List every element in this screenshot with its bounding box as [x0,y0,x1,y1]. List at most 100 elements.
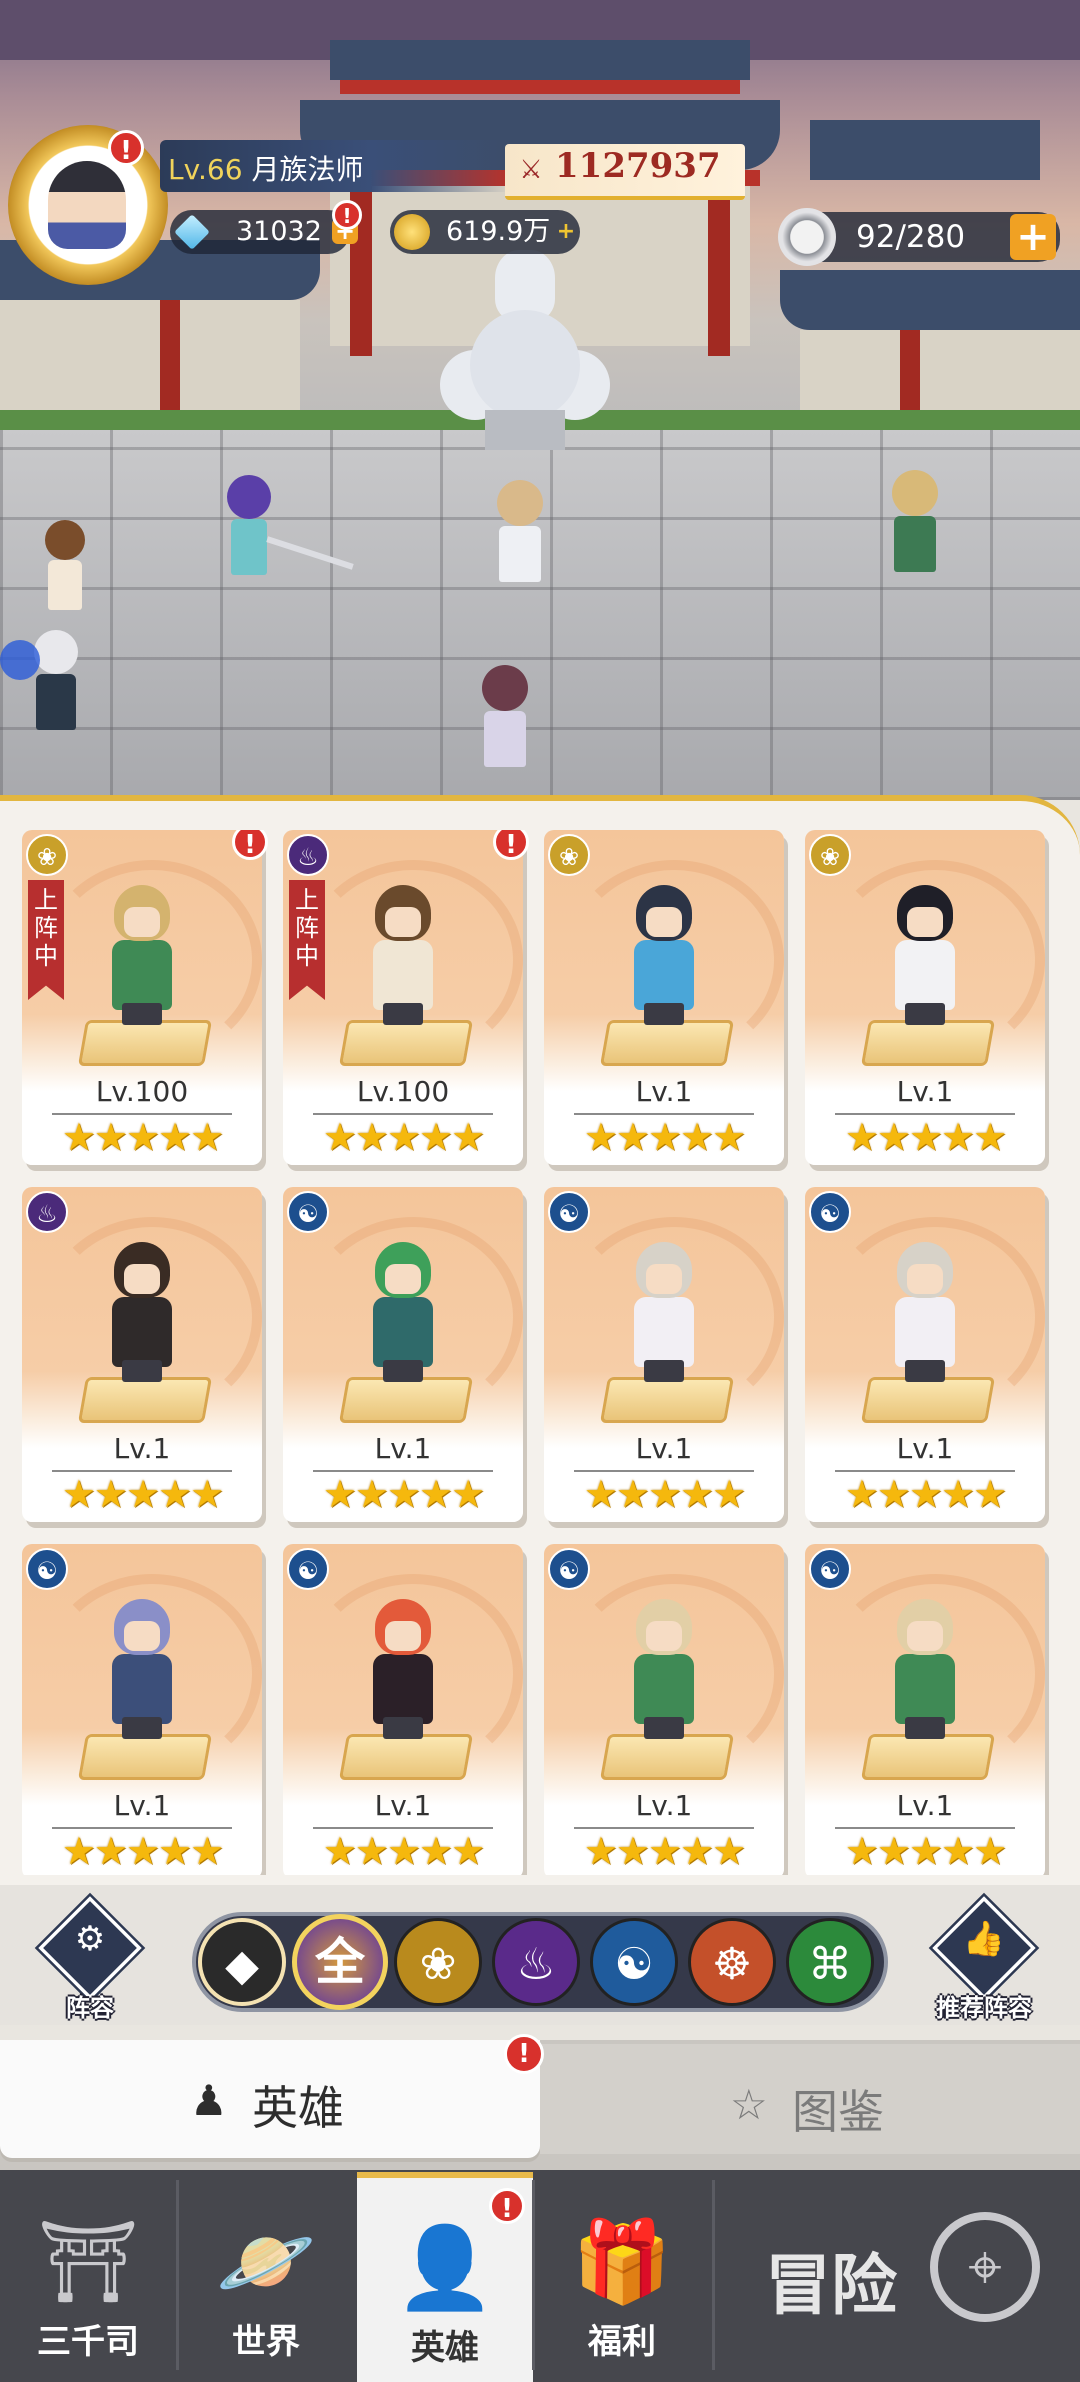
npc-character[interactable] [40,520,90,620]
filter-yinyang-button[interactable]: ☯ [590,1918,678,2006]
hero-level: Lv.1 [896,1075,954,1108]
recommended-formation-button[interactable]: 👍 推荐阵容 [924,1896,1044,2022]
tab-gallery-label: 图鉴 [792,2085,884,2139]
gold-value: 619.9万 [446,216,551,247]
avatar-alert-icon: ! [108,130,144,166]
hero-card[interactable]: ☯ Lv.1 ★★★★★ [22,1544,262,1875]
add-stamina-button[interactable]: + [1010,214,1056,260]
nav-item-gift-box[interactable]: 🎁 福利 [534,2172,710,2382]
hero-stars: ★★★★★ [844,1472,1007,1516]
faction-yinyang-icon: ☯ [26,1548,68,1590]
npc-character[interactable] [880,470,950,580]
stamina-icon [778,208,836,266]
hero-portrait [92,885,192,1030]
hero-level: Lv.1 [896,1432,954,1465]
hero-portrait [875,1599,975,1744]
thumbs-up-icon: 👍 [962,1919,1006,1959]
hero-level: Lv.1 [635,1789,693,1822]
hero-stars: ★★★★★ [844,1829,1007,1873]
npc-character[interactable] [485,480,555,590]
filter-rarity-button[interactable]: ◆ [198,1918,286,2006]
gold-coin-icon [394,214,430,250]
formation-button[interactable]: ⚙ 阵容 [30,1896,150,2022]
hero-card[interactable]: ☯ Lv.1 ★★★★★ [544,1187,784,1522]
combat-power-value: 1127937 [555,146,721,186]
filter-meditation-button[interactable]: ☸ [688,1918,776,2006]
hero-icon: 👤 [395,2221,495,2314]
npc-character[interactable] [215,475,354,585]
filter-all-button[interactable]: 全 [292,1914,388,2010]
adventure-label: 冒险 [765,2247,897,2324]
npc-character[interactable] [0,630,90,740]
player-level: Lv.66 [168,153,243,186]
hero-stars: ★★★★★ [61,1829,224,1873]
faction-yinyang-icon: ☯ [287,1191,329,1233]
player-avatar[interactable] [8,125,168,285]
planet-icon: 🪐 [216,2215,316,2308]
hero-stars: ★★★★★ [322,1472,485,1516]
compass-icon: ⌖ [930,2212,1040,2322]
player-level-name: Lv.66 月族法师 [168,148,363,188]
faction-lotus-icon: ❀ [548,834,590,876]
hero-portrait [614,885,714,1030]
gem-alert-icon: ! [332,200,362,230]
faction-yinyang-icon: ☯ [548,1191,590,1233]
nav-label: 三千司 [37,2322,139,2362]
gift-box-icon: 🎁 [572,2215,672,2308]
combat-power-icon: ⚔ [519,155,543,185]
nav-item-temple[interactable]: ⛩ 三千司 [0,2172,176,2382]
formation-icon: ⚙ [74,1919,106,1959]
tab-gallery[interactable]: ☆ 图鉴 [540,2044,1080,2154]
faction-lotus-icon: ❀ [26,834,68,876]
hero-stars: ★★★★★ [583,1472,746,1516]
hero-level: Lv.1 [113,1789,171,1822]
filter-flame-button[interactable]: ♨ [492,1918,580,2006]
hero-stars: ★★★★★ [322,1829,485,1873]
add-gold-button[interactable]: + [554,220,578,244]
gem-value: 31032 [236,216,322,247]
hero-alert-icon: ! [493,830,529,860]
hero-portrait [353,885,453,1030]
hero-card[interactable]: ☯ Lv.1 ★★★★★ [283,1187,523,1522]
player-name: 月族法师 [251,153,364,186]
right-hall-roof [780,270,1080,330]
hero-grid[interactable]: ❀ 上阵中! Lv.100 ★★★★★ ♨ 上阵中! Lv.100 ★★★★★ ❀ Lv.1 ★★★… [22,830,1062,1875]
faction-yinyang-icon: ☯ [548,1548,590,1590]
right-tower-roof [810,120,1040,180]
hero-card[interactable]: ❀ Lv.1 ★★★★★ [544,830,784,1165]
hub-scene [0,0,1080,800]
avatar-portrait [48,161,126,249]
heroes-tab-alert-icon: ! [504,2034,544,2074]
nav-item-planet[interactable]: 🪐 世界 [178,2172,354,2382]
hero-card[interactable]: ♨ 上阵中! Lv.100 ★★★★★ [283,830,529,1165]
gallery-book-icon: ☆ [730,2080,768,2129]
hero-alert-icon: ! [232,830,268,860]
nav-divider [532,2180,535,2370]
tab-heroes-label: 英雄 [252,2081,344,2135]
hero-level: Lv.1 [896,1789,954,1822]
hero-level: Lv.100 [95,1075,189,1108]
nav-item-hero[interactable]: 👤 英雄! [357,2172,533,2382]
hero-stars: ★★★★★ [583,1829,746,1873]
hero-card[interactable]: ♨ Lv.1 ★★★★★ [22,1187,262,1522]
nav-label: 世界 [232,2322,300,2362]
temple-pillar [708,186,730,356]
hero-card[interactable]: ☯ Lv.1 ★★★★★ [283,1544,523,1875]
hero-card[interactable]: ☯ Lv.1 ★★★★★ [544,1544,784,1875]
gold-counter[interactable]: 619.9万 [390,210,580,254]
hero-card[interactable]: ☯ Lv.1 ★★★★★ [805,1544,1045,1875]
filter-lotus-button[interactable]: ❀ [394,1918,482,2006]
nav-divider [176,2180,179,2370]
hero-level: Lv.100 [356,1075,450,1108]
adventure-button[interactable]: 冒险 ⌖ [715,2172,1080,2382]
hero-level: Lv.1 [374,1789,432,1822]
tab-heroes[interactable]: ♟ 英雄 [0,2040,540,2158]
filter-helix-button[interactable]: ⌘ [786,1918,874,2006]
hero-card[interactable]: ❀ Lv.1 ★★★★★ [805,830,1045,1165]
hero-card[interactable]: ☯ Lv.1 ★★★★★ [805,1187,1045,1522]
npc-character[interactable] [470,665,540,775]
hero-card[interactable]: ❀ 上阵中! Lv.100 ★★★★★ [22,830,268,1165]
hero-stars: ★★★★★ [844,1115,1007,1159]
gem-counter[interactable]: 31032 [170,210,350,254]
hero-portrait [614,1599,714,1744]
